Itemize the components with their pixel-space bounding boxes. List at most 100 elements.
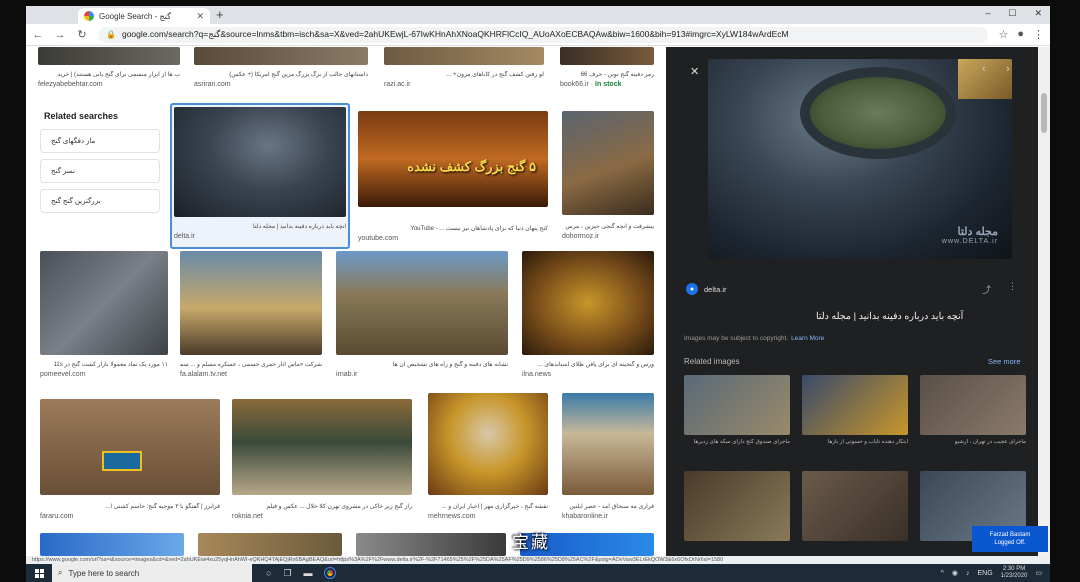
related-image-thumb[interactable] [920, 375, 1026, 435]
result-thumb[interactable] [232, 399, 412, 495]
result-caption[interactable]: کنج پنهان دنیا که برای پادشاهان نیز نیست… [358, 225, 548, 232]
result-thumb[interactable] [336, 251, 508, 355]
previous-image-icon[interactable]: ‹ [982, 63, 986, 75]
result-site: khabaronline.ir [562, 513, 608, 520]
preview-image[interactable]: مجله دلتا www.DELTA.ir [708, 59, 1012, 259]
result-caption[interactable]: ۱۱ مورد یک نماد معمولا بازار کشت گنج در … [40, 361, 168, 368]
related-image-thumb[interactable] [684, 375, 790, 435]
cortana-icon[interactable]: ○ [266, 568, 271, 578]
result-thumb[interactable] [560, 47, 654, 65]
network-icon[interactable]: ◉ [952, 569, 958, 577]
related-image-caption[interactable]: ابتکار دهنده تایاب و حسوتی از بازها [802, 439, 908, 445]
input-language[interactable]: ENG [978, 570, 993, 577]
result-caption[interactable]: فرابرز | گفتگو با ۳ موجبه گنج: حاسم کشتی… [40, 503, 220, 510]
result-caption[interactable]: داستانهای جالب از برگ یزرگ مزین گنج آمری… [194, 71, 368, 78]
bookmark-star-icon[interactable]: ☆ [998, 28, 1008, 41]
window-controls: – ☐ ✕ [985, 8, 1042, 19]
result-caption[interactable]: قراری مه سنجاق آمد - عصر ایلتین [562, 503, 654, 510]
result-caption[interactable]: ورس و گنجینه ای برای پافن طلای استاندهای… [522, 361, 654, 368]
taskbar: ⌕ Type here to search ○ ❐ ▬ ^ ◉ ♪ ENG 2:… [26, 564, 1050, 582]
result-caption[interactable]: ب ها از ابزار منسمی برای گنج یابی هستند)… [38, 71, 180, 78]
task-view-icon[interactable]: ❐ [283, 568, 291, 579]
related-search-chip[interactable]: ماز دفگهای گنج [40, 129, 160, 153]
volume-icon[interactable]: ♪ [966, 570, 970, 577]
more-options-icon[interactable]: ⋮ [1008, 281, 1017, 292]
related-image-thumb[interactable] [802, 471, 908, 541]
result-caption[interactable]: راز گنج زیر خاکی در مشروی تهرن کلا خلال … [232, 503, 412, 510]
taskbar-search-placeholder[interactable]: Type here to search [68, 569, 139, 578]
result-thumb[interactable] [40, 533, 184, 556]
address-bar[interactable]: 🔒 google.com/search?q=گنج&source=lnms&tb… [98, 26, 989, 43]
tray-chevron-icon[interactable]: ^ [941, 570, 944, 577]
back-icon[interactable]: ← [32, 29, 44, 41]
result-thumb[interactable] [40, 251, 168, 355]
page-scrollbar[interactable] [1038, 47, 1050, 556]
video-banner-text: ۵ گنج بزرگ کشف نشده [407, 159, 536, 174]
chrome-icon[interactable] [323, 567, 336, 579]
preview-source[interactable]: ● delta.ir [686, 283, 727, 295]
clock[interactable]: 2:30 PM 1/23/2020 [1001, 566, 1028, 580]
result-caption[interactable]: شرکت «ماس آثار حمری جسمی ، عسكره مسلم و … [180, 361, 322, 368]
related-search-chip[interactable]: بزرگترین گنج گنج [40, 189, 160, 213]
close-preview-icon[interactable]: ✕ [690, 65, 699, 78]
result-thumb[interactable] [194, 47, 368, 65]
result-thumb[interactable] [180, 251, 322, 355]
windows-logo-icon [34, 568, 44, 578]
result-thumb[interactable] [40, 399, 220, 495]
clock-date: 1/23/2020 [1000, 573, 1028, 579]
profile-icon[interactable]: ● [1017, 28, 1024, 41]
scrollbar-thumb[interactable] [1041, 93, 1047, 133]
notifications-icon[interactable]: ▭ [1035, 569, 1042, 577]
taskbar-search[interactable]: ⌕ Type here to search [52, 564, 252, 582]
related-search-chip[interactable]: نسر گنج [40, 159, 160, 183]
related-image-caption[interactable]: ماجرای عجیب در تهران ، آرشیو [920, 439, 1026, 445]
watermark: مجله دلتا www.DELTA.ir [942, 225, 998, 245]
maximize-button[interactable]: ☐ [1008, 8, 1016, 19]
reload-icon[interactable]: ↻ [76, 28, 88, 41]
clock-time: 2:30 PM [1002, 566, 1026, 572]
result-caption[interactable]: آنچه باید درباره دفینه بدانید | مجله دلت… [174, 223, 346, 230]
result-caption[interactable]: لو رفتن کشف گنج در کاناهای مزون+ ... [384, 71, 544, 78]
related-images-title: Related images [684, 357, 740, 366]
related-image-thumb[interactable] [684, 471, 790, 541]
new-tab-button[interactable]: + [216, 7, 224, 22]
result-caption[interactable]: نشانه های دفینه و گنج و راه های تشخیص آن… [336, 361, 508, 368]
result-thumb[interactable] [522, 251, 654, 355]
result-thumb[interactable] [428, 393, 548, 495]
result-site: razi.ac.ir [384, 81, 411, 88]
result-site: dohormoz.ir [562, 233, 599, 240]
file-explorer-icon[interactable]: ▬ [304, 568, 313, 578]
preview-source-name[interactable]: delta.ir [704, 285, 727, 294]
result-thumb[interactable] [562, 393, 654, 495]
start-button[interactable] [26, 568, 52, 578]
result-thumb[interactable] [356, 533, 506, 556]
address-url[interactable]: google.com/search?q=گنج&source=lnms&tbm=… [122, 29, 789, 40]
forward-icon[interactable]: → [54, 29, 66, 41]
close-tab-icon[interactable]: ✕ [196, 11, 204, 22]
screen: Google Search - گنج ✕ + – ☐ ✕ ← → ↻ 🔒 go… [26, 6, 1050, 582]
result-caption[interactable]: پیشرفت و آنچه گنجی حیزین ، مرس [562, 223, 654, 230]
result-caption[interactable]: رمز دفینه گنج نوین - حرف 66 [560, 71, 654, 78]
share-icon[interactable]: ⤴ [982, 283, 991, 296]
learn-more-link[interactable]: Learn More [791, 335, 824, 342]
see-more-link[interactable]: See more [988, 357, 1021, 366]
result-thumb-selected[interactable] [174, 107, 346, 217]
result-thumb[interactable] [562, 111, 654, 215]
notification-status: Logged Off. [994, 540, 1026, 546]
related-image-caption[interactable]: ماجرای صندوق گنج دارای سکه های زدیرها [684, 439, 790, 445]
result-thumb[interactable] [384, 47, 544, 65]
close-window-button[interactable]: ✕ [1034, 8, 1042, 19]
menu-icon[interactable]: ⋮ [1033, 28, 1044, 41]
related-searches: Related searches ماز دفگهای گنج نسر گنج … [40, 109, 160, 219]
notification-user: Farzad Bastam [989, 532, 1031, 538]
result-site: book66.ir · In stock [560, 81, 622, 88]
minimize-button[interactable]: – [985, 8, 990, 19]
tab-google-search[interactable]: Google Search - گنج ✕ [78, 8, 210, 24]
result-thumb[interactable] [38, 47, 180, 65]
next-image-icon[interactable]: › [1006, 63, 1010, 75]
logoff-notification: Farzad Bastam Logged Off. [972, 526, 1048, 552]
result-thumb[interactable] [198, 533, 342, 556]
result-caption[interactable]: نقشه گنج ، خبرگزاری مهر | اخبار ایران و … [428, 503, 548, 510]
preview-title[interactable]: آنچه باید درباره دفینه بدانید | مجله دلت… [816, 311, 963, 322]
related-image-thumb[interactable] [802, 375, 908, 435]
